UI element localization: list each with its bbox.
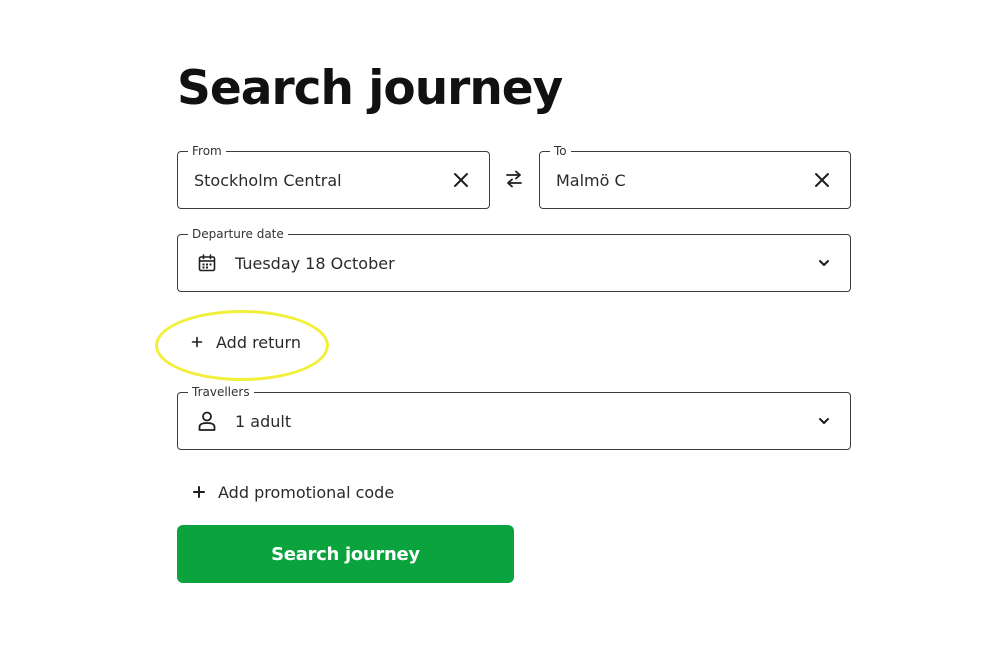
travellers-value: 1 adult	[235, 411, 292, 431]
search-journey-label: Search journey	[271, 543, 420, 565]
add-return-label: Add return	[216, 332, 301, 352]
swap-arrows-icon[interactable]	[503, 168, 525, 190]
add-promo-code-label: Add promotional code	[218, 482, 395, 502]
add-return-button[interactable]: Add return	[190, 332, 301, 352]
departure-date-value: Tuesday 18 October	[235, 253, 395, 273]
plus-icon	[190, 335, 204, 349]
page-title: Search journey	[177, 61, 563, 116]
to-clear-icon[interactable]	[810, 168, 834, 192]
chevron-down-icon	[816, 413, 832, 429]
to-field-value[interactable]: Malmö C	[556, 152, 626, 208]
plus-icon	[192, 485, 206, 499]
add-promo-code-button[interactable]: Add promotional code	[192, 482, 394, 502]
person-icon	[196, 410, 218, 432]
from-field[interactable]: From Stockholm Central	[177, 144, 490, 209]
calendar-icon	[196, 252, 218, 274]
travellers-select[interactable]: Travellers 1 adult	[177, 385, 851, 450]
departure-date-select[interactable]: Departure date Tuesday 18 October	[177, 227, 851, 292]
to-field[interactable]: To Malmö C	[539, 144, 851, 209]
search-journey-button[interactable]: Search journey	[177, 525, 514, 583]
from-clear-icon[interactable]	[449, 168, 473, 192]
from-field-value[interactable]: Stockholm Central	[194, 152, 342, 208]
chevron-down-icon	[816, 255, 832, 271]
